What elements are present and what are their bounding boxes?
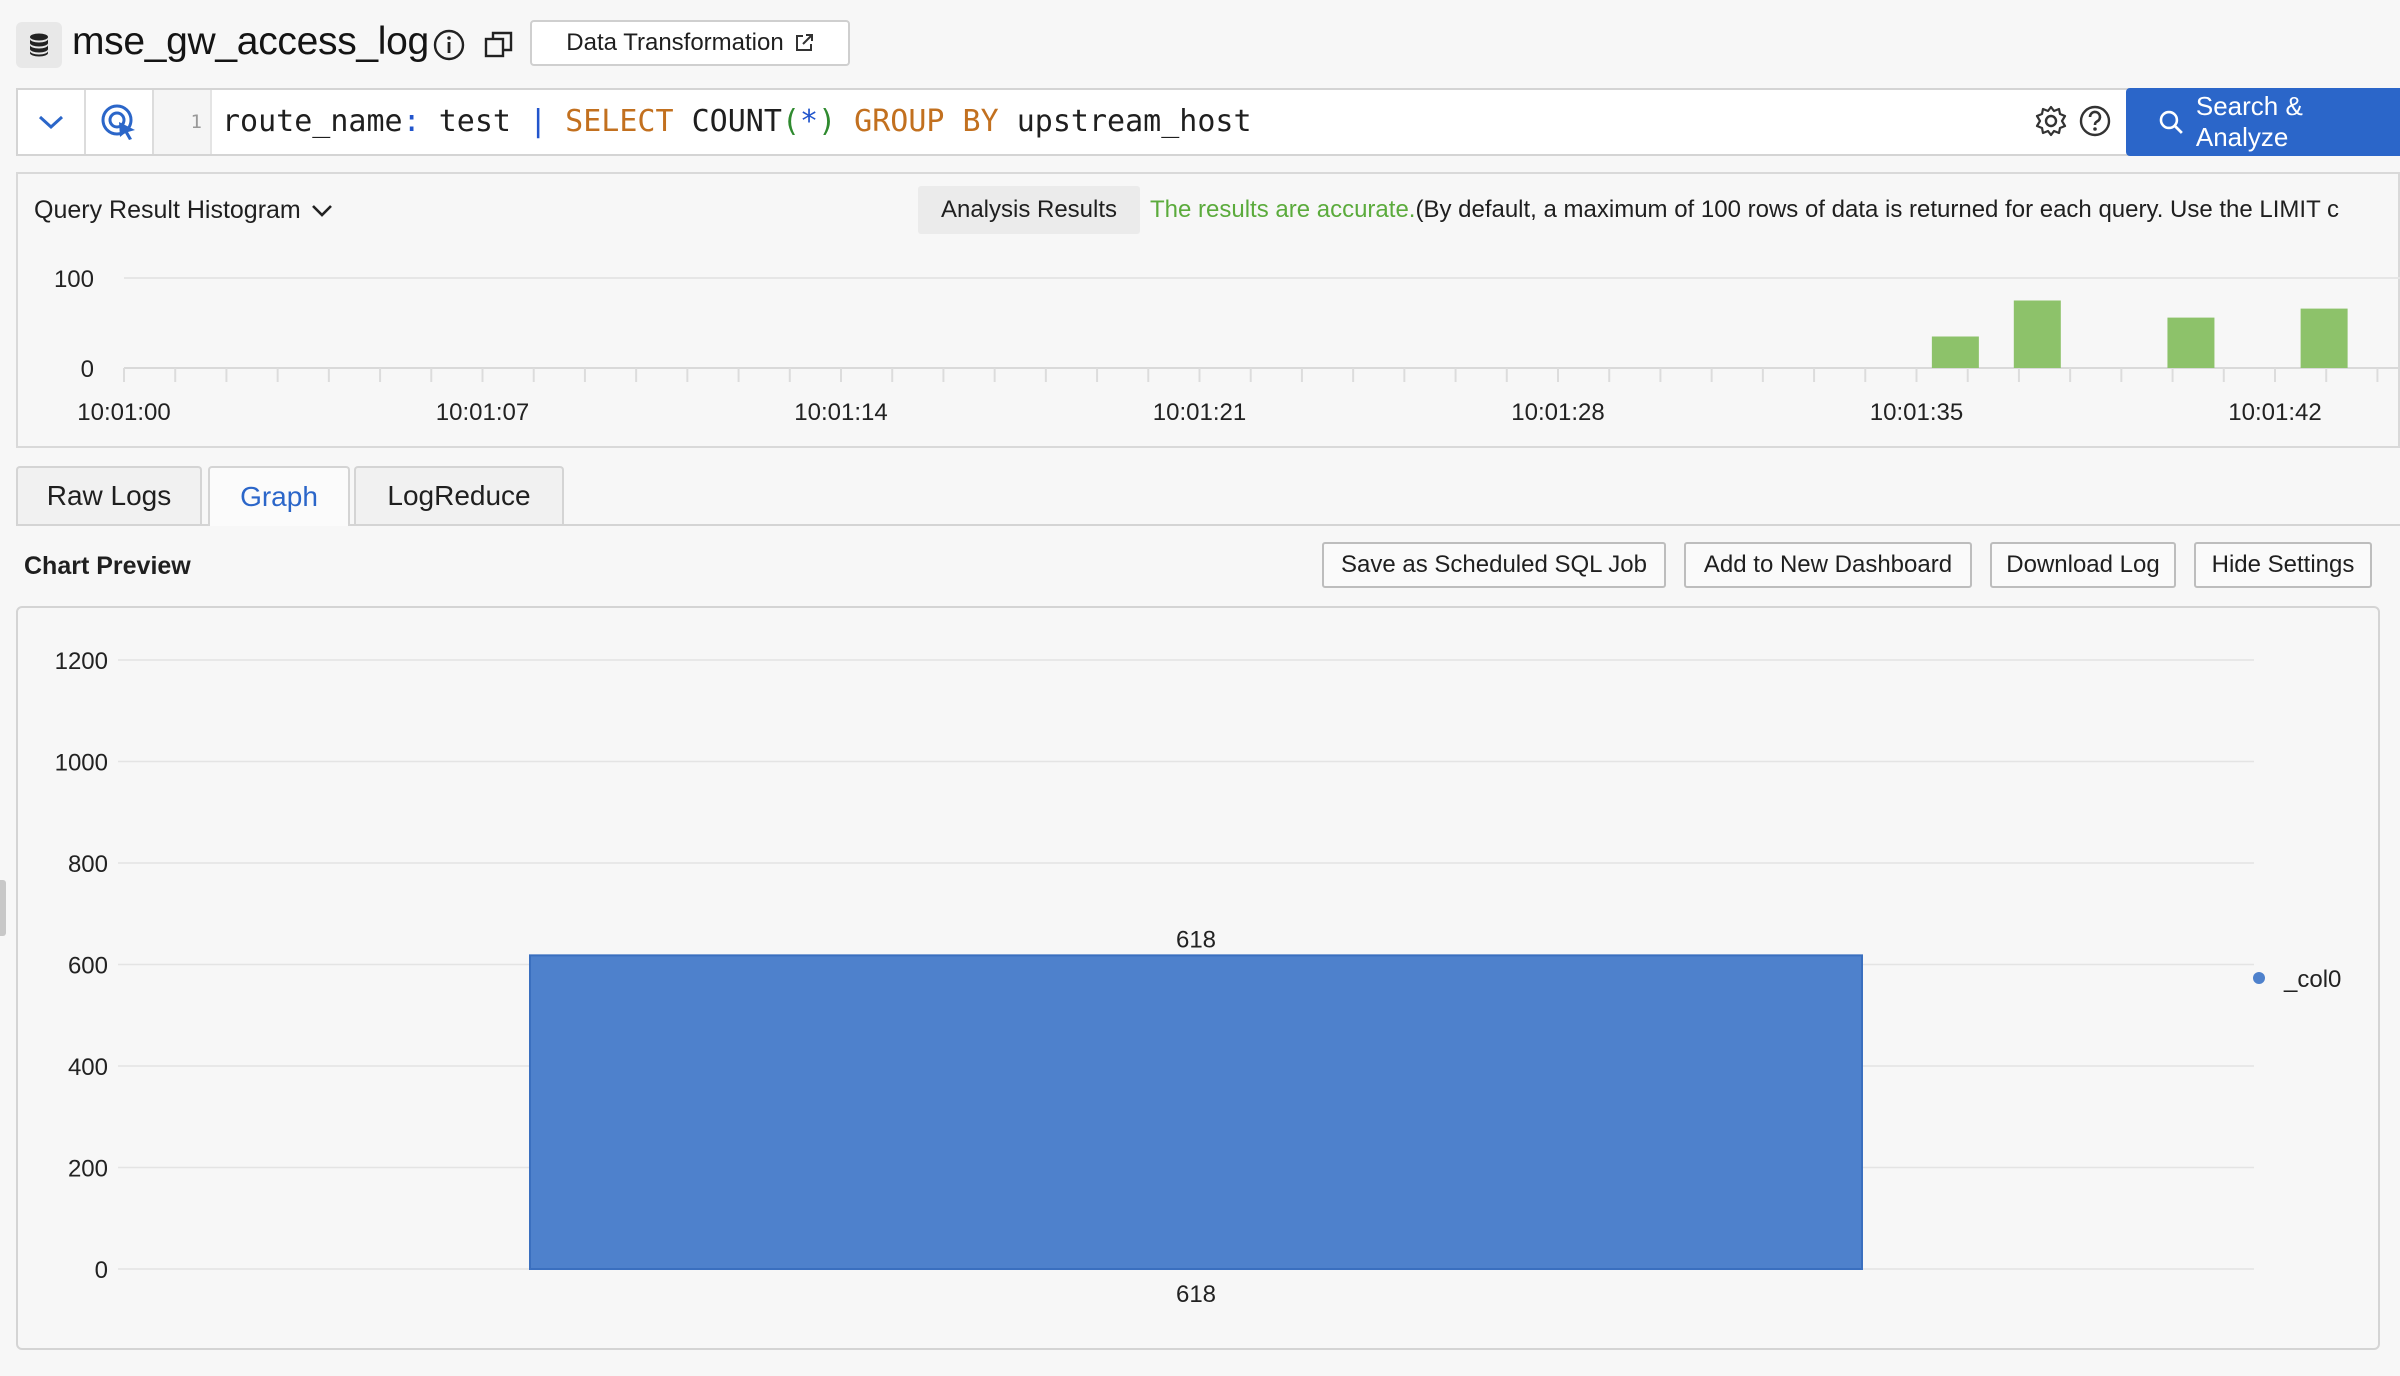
legend-marker (2253, 972, 2265, 984)
chart-y-tick-label: 600 (68, 953, 108, 980)
chart-x-tick-label: 618 (1176, 1281, 1216, 1308)
bar-chart: 0 200 400 600 800 1000 1200 618 618 _col0 (55, 648, 2342, 1308)
chart-data-label: 618 (1176, 926, 1216, 953)
chart-y-tick-label: 400 (68, 1054, 108, 1081)
resize-handle[interactable] (0, 880, 6, 936)
chart-y-tick-label: 800 (68, 851, 108, 878)
chart-bar (529, 954, 1863, 1270)
chart-y-tick-label: 1000 (55, 750, 108, 777)
chart-y-tick-label: 1200 (55, 648, 108, 675)
chart-y-tick-label: 0 (95, 1257, 108, 1284)
chart-y-tick-label: 200 (68, 1156, 108, 1183)
legend-label: _col0 (2283, 966, 2341, 993)
